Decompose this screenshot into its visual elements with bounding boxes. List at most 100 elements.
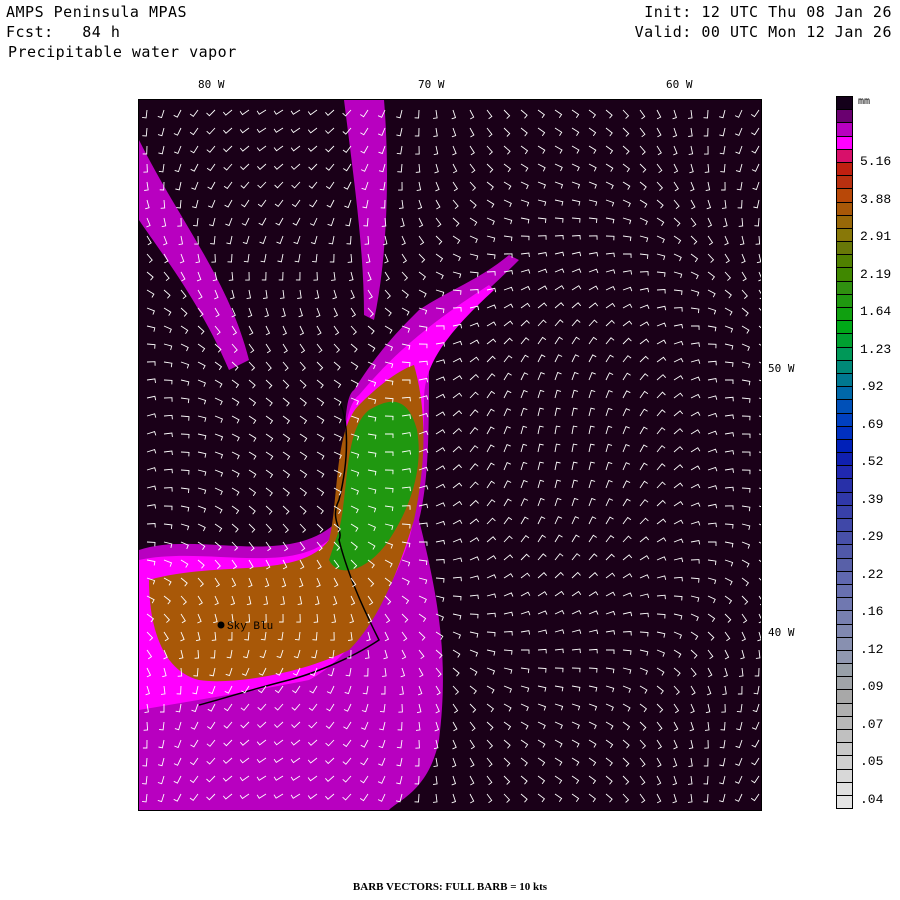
- wind-barb: [163, 468, 173, 474]
- wind-barb: [197, 505, 207, 513]
- colorbar-swatch: [836, 781, 853, 795]
- wind-barb: [758, 397, 761, 400]
- wind-barb: [673, 181, 679, 192]
- wind-barb: [486, 163, 494, 173]
- colorbar-swatch: [836, 359, 853, 373]
- wind-barb: [469, 556, 480, 561]
- wind-barb: [486, 253, 496, 259]
- wind-barb: [350, 325, 357, 336]
- wind-barb: [656, 556, 667, 561]
- wind-barb: [435, 520, 446, 526]
- wind-barb: [520, 109, 528, 119]
- colorbar-label: .05: [860, 754, 884, 769]
- wind-barb: [452, 482, 463, 489]
- wind-barb: [231, 505, 240, 515]
- wind-barb: [146, 253, 153, 264]
- wind-barb: [571, 302, 582, 309]
- colorbar-swatch: [836, 241, 853, 255]
- wind-barb: [758, 469, 761, 471]
- wind-barb: [503, 408, 512, 417]
- wind-barb: [503, 498, 512, 507]
- wind-barb: [751, 775, 760, 784]
- wind-barb: [158, 163, 165, 173]
- wind-barb: [326, 199, 335, 208]
- wind-barb: [486, 444, 495, 453]
- wind-barb: [503, 127, 511, 137]
- wind-barb: [180, 361, 190, 369]
- wind-barb: [333, 325, 340, 336]
- wind-barb: [707, 289, 716, 298]
- wind-barb: [707, 577, 717, 585]
- wind-barb: [290, 145, 301, 152]
- wind-barb: [197, 379, 206, 387]
- wind-barb: [206, 109, 216, 117]
- wind-barb: [486, 757, 493, 768]
- wind-barb: [656, 775, 662, 786]
- wind-barb: [656, 199, 664, 209]
- wind-barb: [571, 667, 581, 673]
- wind-barb: [656, 703, 664, 713]
- wind-barb: [469, 391, 479, 399]
- wind-barb: [656, 739, 663, 750]
- wind-barb: [367, 343, 376, 352]
- wind-barb: [163, 361, 173, 368]
- wind-barb: [180, 505, 190, 512]
- wind-barb: [325, 145, 335, 153]
- wind-barb: [273, 145, 284, 152]
- wind-barb: [486, 703, 495, 713]
- wind-barb: [571, 163, 580, 172]
- wind-barb: [146, 395, 157, 401]
- wind-barb: [157, 109, 165, 119]
- wind-barb: [673, 446, 684, 453]
- wind-barb: [537, 757, 546, 767]
- wind-barb: [673, 576, 683, 582]
- wind-barb: [588, 648, 598, 654]
- wind-barb: [146, 289, 155, 298]
- wind-barb: [520, 127, 528, 137]
- wind-barb: [432, 793, 438, 803]
- wind-barb: [503, 286, 514, 292]
- wind-barb: [639, 685, 648, 694]
- wind-barb: [503, 535, 513, 543]
- wind-barb: [259, 235, 267, 245]
- wind-barb: [724, 505, 734, 510]
- wind-barb: [622, 408, 631, 417]
- colorbar-label: .04: [860, 791, 884, 807]
- colorbar-swatch: [836, 557, 853, 571]
- wind-barb: [469, 409, 479, 417]
- wind-barb: [605, 269, 616, 274]
- wind-barb: [656, 289, 666, 294]
- wind-barb: [673, 538, 684, 543]
- colorbar-label: 2.19: [860, 266, 892, 282]
- wind-barb: [588, 685, 598, 692]
- wind-barb: [622, 355, 632, 363]
- wind-barb: [418, 289, 427, 298]
- wind-barb: [245, 271, 250, 281]
- wind-barb: [242, 235, 250, 245]
- colorbar-swatch: [836, 649, 853, 664]
- wind-barb: [703, 109, 709, 119]
- wind-barb: [399, 199, 404, 209]
- wind-barb: [486, 517, 496, 525]
- wind-barb: [257, 199, 267, 208]
- wind-barb: [554, 251, 565, 257]
- wind-barb: [452, 464, 462, 471]
- wind-barb: [639, 163, 647, 173]
- wind-barb: [210, 235, 216, 245]
- wind-barb: [605, 181, 614, 190]
- wind-barb: [605, 443, 613, 453]
- wind-barb: [639, 304, 650, 309]
- wind-barb: [396, 145, 403, 155]
- wind-barb: [673, 649, 682, 658]
- wind-barb: [486, 739, 494, 749]
- wind-barb: [588, 285, 599, 291]
- wind-barb: [246, 289, 252, 300]
- wind-barb: [469, 163, 476, 174]
- wind-barb: [571, 739, 580, 748]
- wind-barb: [758, 271, 761, 282]
- wind-barb: [689, 163, 694, 174]
- wind-barb: [214, 505, 223, 514]
- wind-barb: [537, 425, 544, 435]
- wind-barb: [707, 503, 718, 509]
- wind-barb: [737, 685, 743, 695]
